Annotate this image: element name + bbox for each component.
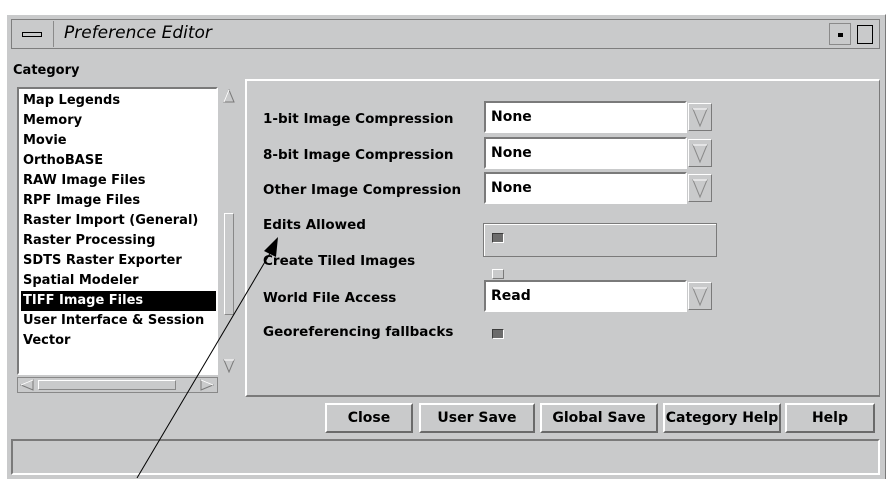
compression-1bit-combo[interactable]: None (484, 101, 714, 133)
category-list[interactable]: Map Legends Memory Movie OrthoBASE RAW I… (17, 87, 218, 375)
help-button[interactable]: Help (785, 403, 875, 433)
compression-1bit-dropdown-button[interactable] (688, 103, 712, 131)
triangle-down-icon[interactable] (223, 359, 235, 373)
compression-8bit-dropdown-button[interactable] (688, 139, 712, 167)
compression-8bit-combo[interactable]: None (484, 137, 714, 169)
list-item-spatial-modeler[interactable]: Spatial Modeler (21, 271, 216, 291)
triangle-right-icon[interactable] (200, 379, 214, 391)
status-bar (11, 439, 880, 475)
list-item-raster-import-general[interactable]: Raster Import (General) (21, 211, 216, 231)
edits-allowed-checkbox[interactable] (492, 233, 504, 243)
list-item-map-legends[interactable]: Map Legends (21, 91, 216, 111)
list-item-movie[interactable]: Movie (21, 131, 216, 151)
world-file-access-combo[interactable]: Read (484, 280, 714, 312)
list-item-memory[interactable]: Memory (21, 111, 216, 131)
list-item-orthobase[interactable]: OrthoBASE (21, 151, 216, 171)
list-item-raw-image-files[interactable]: RAW Image Files (21, 171, 216, 191)
window-menu-icon (22, 32, 42, 37)
triangle-down-icon (692, 108, 708, 128)
vertical-scroll-thumb[interactable] (224, 213, 234, 315)
edits-allowed-frame (483, 223, 717, 257)
list-item-vector[interactable]: Vector (21, 331, 216, 351)
list-item-raster-processing[interactable]: Raster Processing (21, 231, 216, 251)
user-save-button[interactable]: User Save (419, 403, 535, 433)
category-label: Category (13, 63, 80, 78)
compression-1bit-label: 1-bit Image Compression (263, 111, 454, 127)
list-item-tiff-image-files[interactable]: TIFF Image Files (21, 291, 216, 311)
triangle-down-icon (692, 179, 708, 199)
georeferencing-fallbacks-label: Georeferencing fallbacks (263, 324, 454, 340)
compression-other-dropdown-button[interactable] (688, 174, 712, 202)
triangle-up-icon[interactable] (223, 89, 235, 103)
maximize-button[interactable] (854, 23, 876, 45)
triangle-left-icon[interactable] (20, 379, 34, 391)
compression-8bit-value[interactable]: None (484, 137, 687, 169)
triangle-down-icon (692, 287, 708, 307)
world-file-access-dropdown-button[interactable] (688, 282, 712, 310)
compression-other-label: Other Image Compression (263, 182, 462, 198)
minimize-icon (838, 33, 843, 37)
window-menu-button[interactable] (13, 21, 54, 47)
compression-8bit-label: 8-bit Image Compression (263, 147, 454, 163)
settings-panel: 1-bit Image Compression None 8-bit Image… (245, 79, 880, 397)
triangle-down-icon (692, 144, 708, 164)
world-file-access-value[interactable]: Read (484, 280, 687, 312)
global-save-button[interactable]: Global Save (540, 403, 658, 433)
title-bar: Preference Editor (11, 19, 880, 49)
category-vertical-scrollbar[interactable] (222, 87, 236, 375)
category-horizontal-scrollbar[interactable] (17, 377, 218, 393)
list-item-rpf-image-files[interactable]: RPF Image Files (21, 191, 216, 211)
window-title: Preference Editor (64, 23, 212, 43)
compression-other-combo[interactable]: None (484, 172, 714, 204)
create-tiled-images-label: Create Tiled Images (263, 253, 416, 269)
list-item-sdts-raster-exporter[interactable]: SDTS Raster Exporter (21, 251, 216, 271)
list-item-user-interface-session[interactable]: User Interface & Session (21, 311, 216, 331)
preference-editor-window: Preference Editor Category Map Legends M… (6, 14, 886, 479)
edits-allowed-label: Edits Allowed (263, 217, 366, 233)
create-tiled-images-checkbox[interactable] (492, 269, 504, 279)
close-button[interactable]: Close (325, 403, 413, 433)
world-file-access-label: World File Access (263, 290, 397, 306)
compression-other-value[interactable]: None (484, 172, 687, 204)
georeferencing-fallbacks-checkbox[interactable] (492, 329, 504, 339)
maximize-icon (857, 25, 873, 44)
horizontal-scroll-thumb[interactable] (38, 380, 176, 390)
compression-1bit-value[interactable]: None (484, 101, 687, 133)
category-help-button[interactable]: Category Help (663, 403, 781, 433)
minimize-button[interactable] (829, 23, 851, 45)
